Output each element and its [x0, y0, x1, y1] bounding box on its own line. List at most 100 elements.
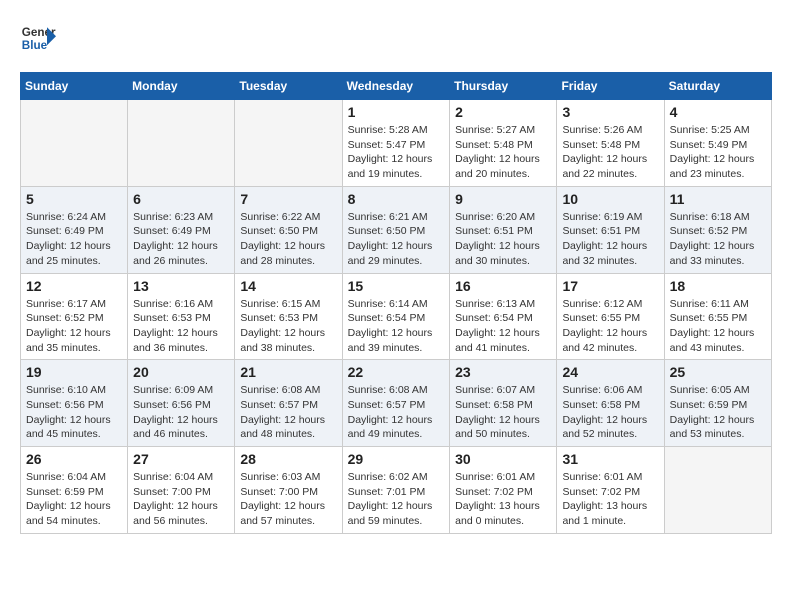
calendar-cell: 17 Sunrise: 6:12 AM Sunset: 6:55 PM Dayli… [557, 273, 664, 360]
calendar-cell: 31Sunrise: 6:01 AM Sunset: 7:02 PM Dayli… [557, 447, 664, 534]
day-info: Sunrise: 6:05 AM Sunset: 6:59 PM Dayligh… [670, 383, 766, 442]
calendar-cell [235, 100, 342, 187]
day-number: 19 [26, 364, 122, 380]
day-info: Sunrise: 6:16 AM Sunset: 6:53 PM Dayligh… [133, 297, 229, 356]
calendar-cell: 1 Sunrise: 5:28 AM Sunset: 5:47 PM Daylig… [342, 100, 450, 187]
calendar-cell: 22 Sunrise: 6:08 AM Sunset: 6:57 PM Dayli… [342, 360, 450, 447]
calendar-cell [664, 447, 771, 534]
day-number: 22 [348, 364, 445, 380]
calendar-cell: 8 Sunrise: 6:21 AM Sunset: 6:50 PM Daylig… [342, 186, 450, 273]
calendar-cell: 16 Sunrise: 6:13 AM Sunset: 6:54 PM Dayli… [450, 273, 557, 360]
day-info: Sunrise: 6:13 AM Sunset: 6:54 PM Dayligh… [455, 297, 551, 356]
day-info: Sunrise: 6:12 AM Sunset: 6:55 PM Dayligh… [562, 297, 658, 356]
calendar-cell: 25 Sunrise: 6:05 AM Sunset: 6:59 PM Dayli… [664, 360, 771, 447]
calendar-day-header: Wednesday [342, 73, 450, 100]
day-info: Sunrise: 6:04 AM Sunset: 6:59 PM Dayligh… [26, 470, 122, 529]
calendar-week-row: 12 Sunrise: 6:17 AM Sunset: 6:52 PM Dayli… [21, 273, 772, 360]
day-info: Sunrise: 6:06 AM Sunset: 6:58 PM Dayligh… [562, 383, 658, 442]
day-number: 1 [348, 104, 445, 120]
day-info: Sunrise: 6:19 AM Sunset: 6:51 PM Dayligh… [562, 210, 658, 269]
day-number: 2 [455, 104, 551, 120]
calendar-cell: 27 Sunrise: 6:04 AM Sunset: 7:00 PM Dayli… [128, 447, 235, 534]
day-info: Sunrise: 6:18 AM Sunset: 6:52 PM Dayligh… [670, 210, 766, 269]
day-info: Sunrise: 6:11 AM Sunset: 6:55 PM Dayligh… [670, 297, 766, 356]
calendar-cell: 13Sunrise: 6:16 AM Sunset: 6:53 PM Dayli… [128, 273, 235, 360]
day-number: 25 [670, 364, 766, 380]
day-info: Sunrise: 6:03 AM Sunset: 7:00 PM Dayligh… [240, 470, 336, 529]
day-number: 18 [670, 278, 766, 294]
day-info: Sunrise: 6:01 AM Sunset: 7:02 PM Dayligh… [455, 470, 551, 529]
day-number: 28 [240, 451, 336, 467]
calendar-cell: 20 Sunrise: 6:09 AM Sunset: 6:56 PM Dayli… [128, 360, 235, 447]
day-number: 4 [670, 104, 766, 120]
calendar-cell: 26 Sunrise: 6:04 AM Sunset: 6:59 PM Dayli… [21, 447, 128, 534]
calendar-cell: 10 Sunrise: 6:19 AM Sunset: 6:51 PM Dayli… [557, 186, 664, 273]
calendar-cell: 6 Sunrise: 6:23 AM Sunset: 6:49 PM Daylig… [128, 186, 235, 273]
day-info: Sunrise: 6:21 AM Sunset: 6:50 PM Dayligh… [348, 210, 445, 269]
day-number: 7 [240, 191, 336, 207]
day-number: 10 [562, 191, 658, 207]
calendar-cell: 9 Sunrise: 6:20 AM Sunset: 6:51 PM Daylig… [450, 186, 557, 273]
calendar-cell: 2 Sunrise: 5:27 AM Sunset: 5:48 PM Daylig… [450, 100, 557, 187]
day-number: 12 [26, 278, 122, 294]
day-info: Sunrise: 6:15 AM Sunset: 6:53 PM Dayligh… [240, 297, 336, 356]
day-number: 27 [133, 451, 229, 467]
day-number: 5 [26, 191, 122, 207]
logo: General Blue [20, 20, 56, 56]
day-number: 17 [562, 278, 658, 294]
day-info: Sunrise: 6:08 AM Sunset: 6:57 PM Dayligh… [348, 383, 445, 442]
day-number: 9 [455, 191, 551, 207]
day-info: Sunrise: 6:07 AM Sunset: 6:58 PM Dayligh… [455, 383, 551, 442]
day-number: 16 [455, 278, 551, 294]
calendar-cell: 3 Sunrise: 5:26 AM Sunset: 5:48 PM Daylig… [557, 100, 664, 187]
day-info: Sunrise: 5:27 AM Sunset: 5:48 PM Dayligh… [455, 123, 551, 182]
day-info: Sunrise: 6:17 AM Sunset: 6:52 PM Dayligh… [26, 297, 122, 356]
calendar-table: SundayMondayTuesdayWednesdayThursdayFrid… [20, 72, 772, 534]
calendar-day-header: Tuesday [235, 73, 342, 100]
calendar-cell: 7 Sunrise: 6:22 AM Sunset: 6:50 PM Daylig… [235, 186, 342, 273]
day-info: Sunrise: 6:14 AM Sunset: 6:54 PM Dayligh… [348, 297, 445, 356]
calendar-week-row: 1 Sunrise: 5:28 AM Sunset: 5:47 PM Daylig… [21, 100, 772, 187]
day-number: 20 [133, 364, 229, 380]
day-info: Sunrise: 5:25 AM Sunset: 5:49 PM Dayligh… [670, 123, 766, 182]
day-info: Sunrise: 6:09 AM Sunset: 6:56 PM Dayligh… [133, 383, 229, 442]
day-number: 8 [348, 191, 445, 207]
calendar-cell: 14 Sunrise: 6:15 AM Sunset: 6:53 PM Dayli… [235, 273, 342, 360]
calendar-cell: 18 Sunrise: 6:11 AM Sunset: 6:55 PM Dayli… [664, 273, 771, 360]
calendar-cell: 4 Sunrise: 5:25 AM Sunset: 5:49 PM Daylig… [664, 100, 771, 187]
day-number: 24 [562, 364, 658, 380]
day-number: 21 [240, 364, 336, 380]
calendar-cell: 28 Sunrise: 6:03 AM Sunset: 7:00 PM Dayli… [235, 447, 342, 534]
calendar-cell [21, 100, 128, 187]
calendar-cell: 21Sunrise: 6:08 AM Sunset: 6:57 PM Dayli… [235, 360, 342, 447]
day-number: 14 [240, 278, 336, 294]
calendar-week-row: 5 Sunrise: 6:24 AM Sunset: 6:49 PM Daylig… [21, 186, 772, 273]
day-info: Sunrise: 6:01 AM Sunset: 7:02 PM Dayligh… [562, 470, 658, 529]
day-info: Sunrise: 5:26 AM Sunset: 5:48 PM Dayligh… [562, 123, 658, 182]
day-number: 26 [26, 451, 122, 467]
calendar-cell: 11Sunrise: 6:18 AM Sunset: 6:52 PM Dayli… [664, 186, 771, 273]
calendar-cell: 19Sunrise: 6:10 AM Sunset: 6:56 PM Dayli… [21, 360, 128, 447]
day-number: 6 [133, 191, 229, 207]
calendar-cell: 29Sunrise: 6:02 AM Sunset: 7:01 PM Dayli… [342, 447, 450, 534]
day-number: 23 [455, 364, 551, 380]
day-info: Sunrise: 6:23 AM Sunset: 6:49 PM Dayligh… [133, 210, 229, 269]
day-info: Sunrise: 5:28 AM Sunset: 5:47 PM Dayligh… [348, 123, 445, 182]
day-number: 30 [455, 451, 551, 467]
day-info: Sunrise: 6:02 AM Sunset: 7:01 PM Dayligh… [348, 470, 445, 529]
calendar-cell: 12 Sunrise: 6:17 AM Sunset: 6:52 PM Dayli… [21, 273, 128, 360]
calendar-day-header: Friday [557, 73, 664, 100]
day-info: Sunrise: 6:22 AM Sunset: 6:50 PM Dayligh… [240, 210, 336, 269]
page-header: General Blue [20, 20, 772, 56]
calendar-cell: 15Sunrise: 6:14 AM Sunset: 6:54 PM Dayli… [342, 273, 450, 360]
calendar-cell [128, 100, 235, 187]
day-number: 3 [562, 104, 658, 120]
day-info: Sunrise: 6:04 AM Sunset: 7:00 PM Dayligh… [133, 470, 229, 529]
calendar-day-header: Thursday [450, 73, 557, 100]
calendar-cell: 30 Sunrise: 6:01 AM Sunset: 7:02 PM Dayli… [450, 447, 557, 534]
logo-icon: General Blue [20, 20, 56, 56]
day-info: Sunrise: 6:24 AM Sunset: 6:49 PM Dayligh… [26, 210, 122, 269]
calendar-week-row: 19Sunrise: 6:10 AM Sunset: 6:56 PM Dayli… [21, 360, 772, 447]
day-info: Sunrise: 6:20 AM Sunset: 6:51 PM Dayligh… [455, 210, 551, 269]
calendar-cell: 23 Sunrise: 6:07 AM Sunset: 6:58 PM Dayli… [450, 360, 557, 447]
